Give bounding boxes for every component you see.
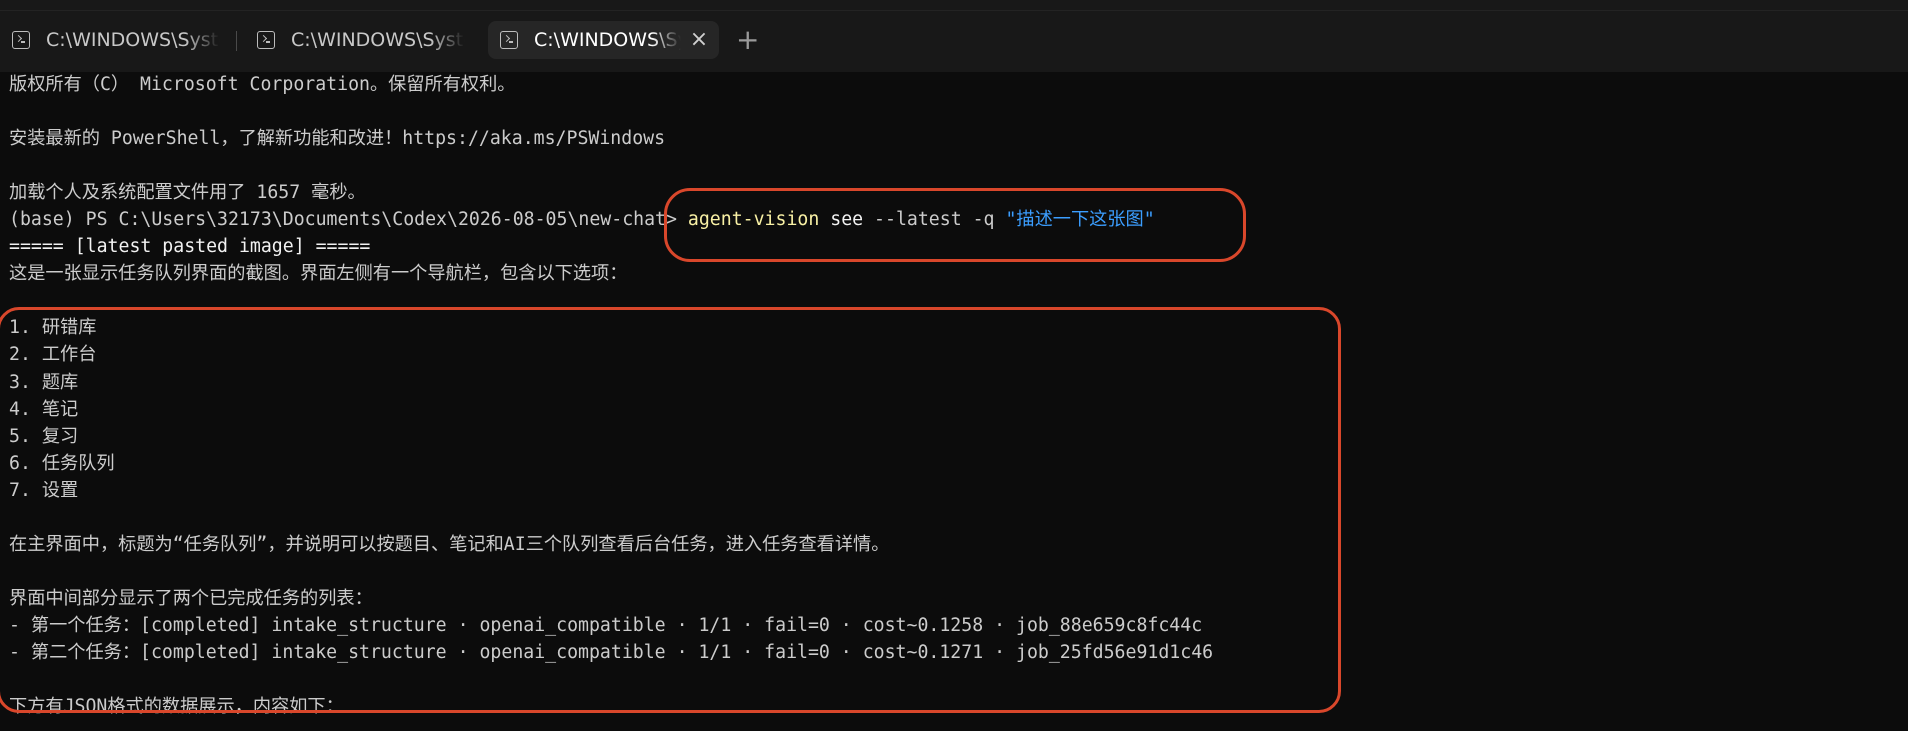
output-list-item: 4. 笔记: [9, 398, 79, 420]
close-tab-icon[interactable]: ×: [689, 29, 709, 51]
output-list-item: 5. 复习: [9, 425, 79, 447]
terminal-line: 版权所有（C） Microsoft Corporation。保留所有权利。: [9, 74, 516, 95]
output-line: 下方有JSON格式的数据展示，内容如下：: [9, 696, 344, 718]
command-arguments: --latest -q: [863, 209, 1006, 231]
terminal-line: 安装最新的 PowerShell，了解新功能和改进！https://aka.ms…: [9, 128, 666, 150]
output-task-item: - 第二个任务：[completed] intake_structure · o…: [9, 641, 1214, 663]
output-line: 这是一张显示任务队列界面的截图。界面左侧有一个导航栏，包含以下选项：: [9, 263, 628, 285]
command-subcommand: see: [819, 209, 864, 231]
tab-title: C:\WINDOWS\System32\WindowsPowerShell\v1…: [534, 29, 681, 51]
output-line: 在主界面中，标题为“任务队列”，并说明可以按题目、笔记和AI三个队列查看后台任务…: [9, 533, 890, 555]
tab-title: C:\WINDOWS\System32\WindowsPowerShell\v1…: [291, 29, 465, 51]
tab-powershell-1[interactable]: C:\WINDOWS\System32\WindowsPowerShell\v1…: [0, 21, 220, 59]
output-list-item: 3. 题库: [9, 371, 79, 393]
command-program: agent-vision: [687, 209, 820, 231]
tab-title: C:\WINDOWS\System32\WindowsPowerShell\v1…: [46, 29, 220, 51]
terminal-line: 加载个人及系统配置文件用了 1657 毫秒。: [9, 182, 366, 204]
output-line: 界面中间部分显示了两个已完成任务的列表：: [9, 587, 373, 609]
output-list-item: 1. 研错库: [9, 317, 97, 339]
output-list-item: 7. 设置: [9, 479, 79, 501]
command-line: (base) PS C:\Users\32173\Documents\Codex…: [9, 206, 1899, 233]
output-list-item: 6. 任务队列: [9, 452, 115, 474]
terminal-icon: [257, 31, 275, 49]
tab-powershell-3-active[interactable]: C:\WINDOWS\System32\WindowsPowerShell\v1…: [488, 21, 719, 59]
terminal-output[interactable]: 版权所有（C） Microsoft Corporation。保留所有权利。 安装…: [9, 71, 1899, 731]
command-query-string: "描述一下这张图": [1005, 209, 1155, 231]
window-top-border: [0, 10, 1908, 11]
new-tab-plus-icon[interactable]: +: [736, 26, 759, 54]
output-list-item: 2. 工作台: [9, 344, 97, 366]
output-header: ===== [latest pasted image] =====: [9, 236, 371, 258]
shell-prompt: (base) PS C:\Users\32173\Documents\Codex…: [9, 209, 688, 231]
tab-separator: [236, 31, 237, 51]
terminal-icon: [12, 31, 30, 49]
output-task-item: - 第一个任务：[completed] intake_structure · o…: [9, 614, 1203, 636]
terminal-icon: [500, 31, 518, 49]
tab-powershell-2[interactable]: C:\WINDOWS\System32\WindowsPowerShell\v1…: [245, 21, 465, 59]
tab-bar: C:\WINDOWS\System32\WindowsPowerShell\v1…: [0, 0, 1908, 72]
